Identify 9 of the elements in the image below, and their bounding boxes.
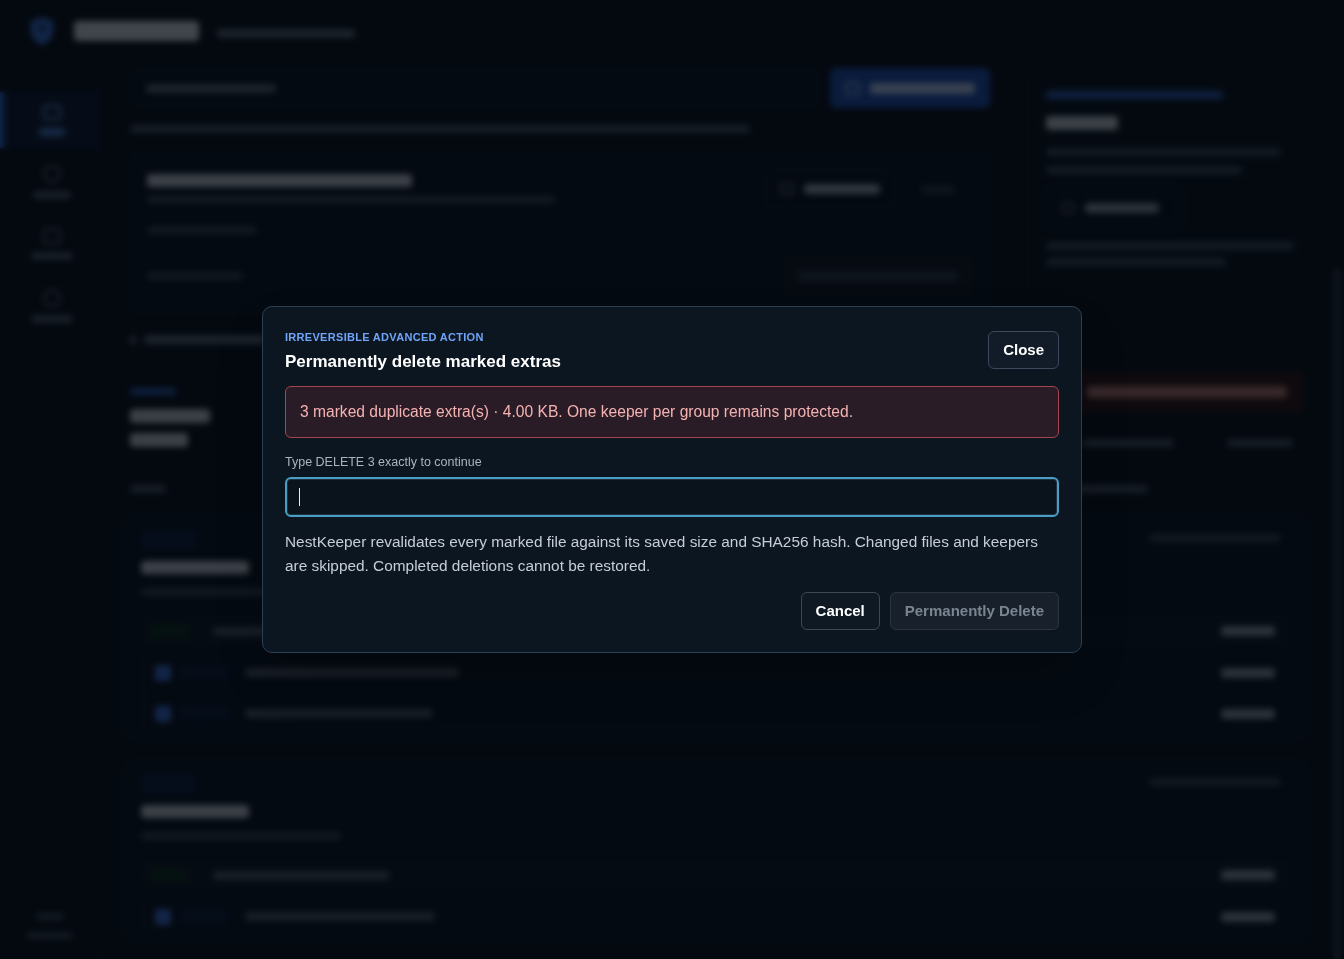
dialog-description: NestKeeper revalidates every marked file against its saved size and SHA256 hash. Changed files and keepers are skipped. Completed deletions cannot be restored.	[285, 532, 1039, 576]
close-button[interactable]: Close	[988, 331, 1059, 369]
confirm-input-field[interactable]	[285, 477, 1059, 517]
warning-alert: 3 marked duplicate extra(s) · 4.00 KB. One keeper per group remains protected.	[285, 386, 1059, 438]
text-cursor	[299, 488, 300, 506]
dialog-title: Permanently delete marked extras	[285, 351, 561, 373]
input-label: Type DELETE 3 exactly to continue	[285, 454, 483, 471]
dialog-eyebrow: IRREVERSIBLE ADVANCED ACTION	[285, 330, 485, 345]
cancel-button[interactable]: Cancel	[800, 592, 880, 630]
